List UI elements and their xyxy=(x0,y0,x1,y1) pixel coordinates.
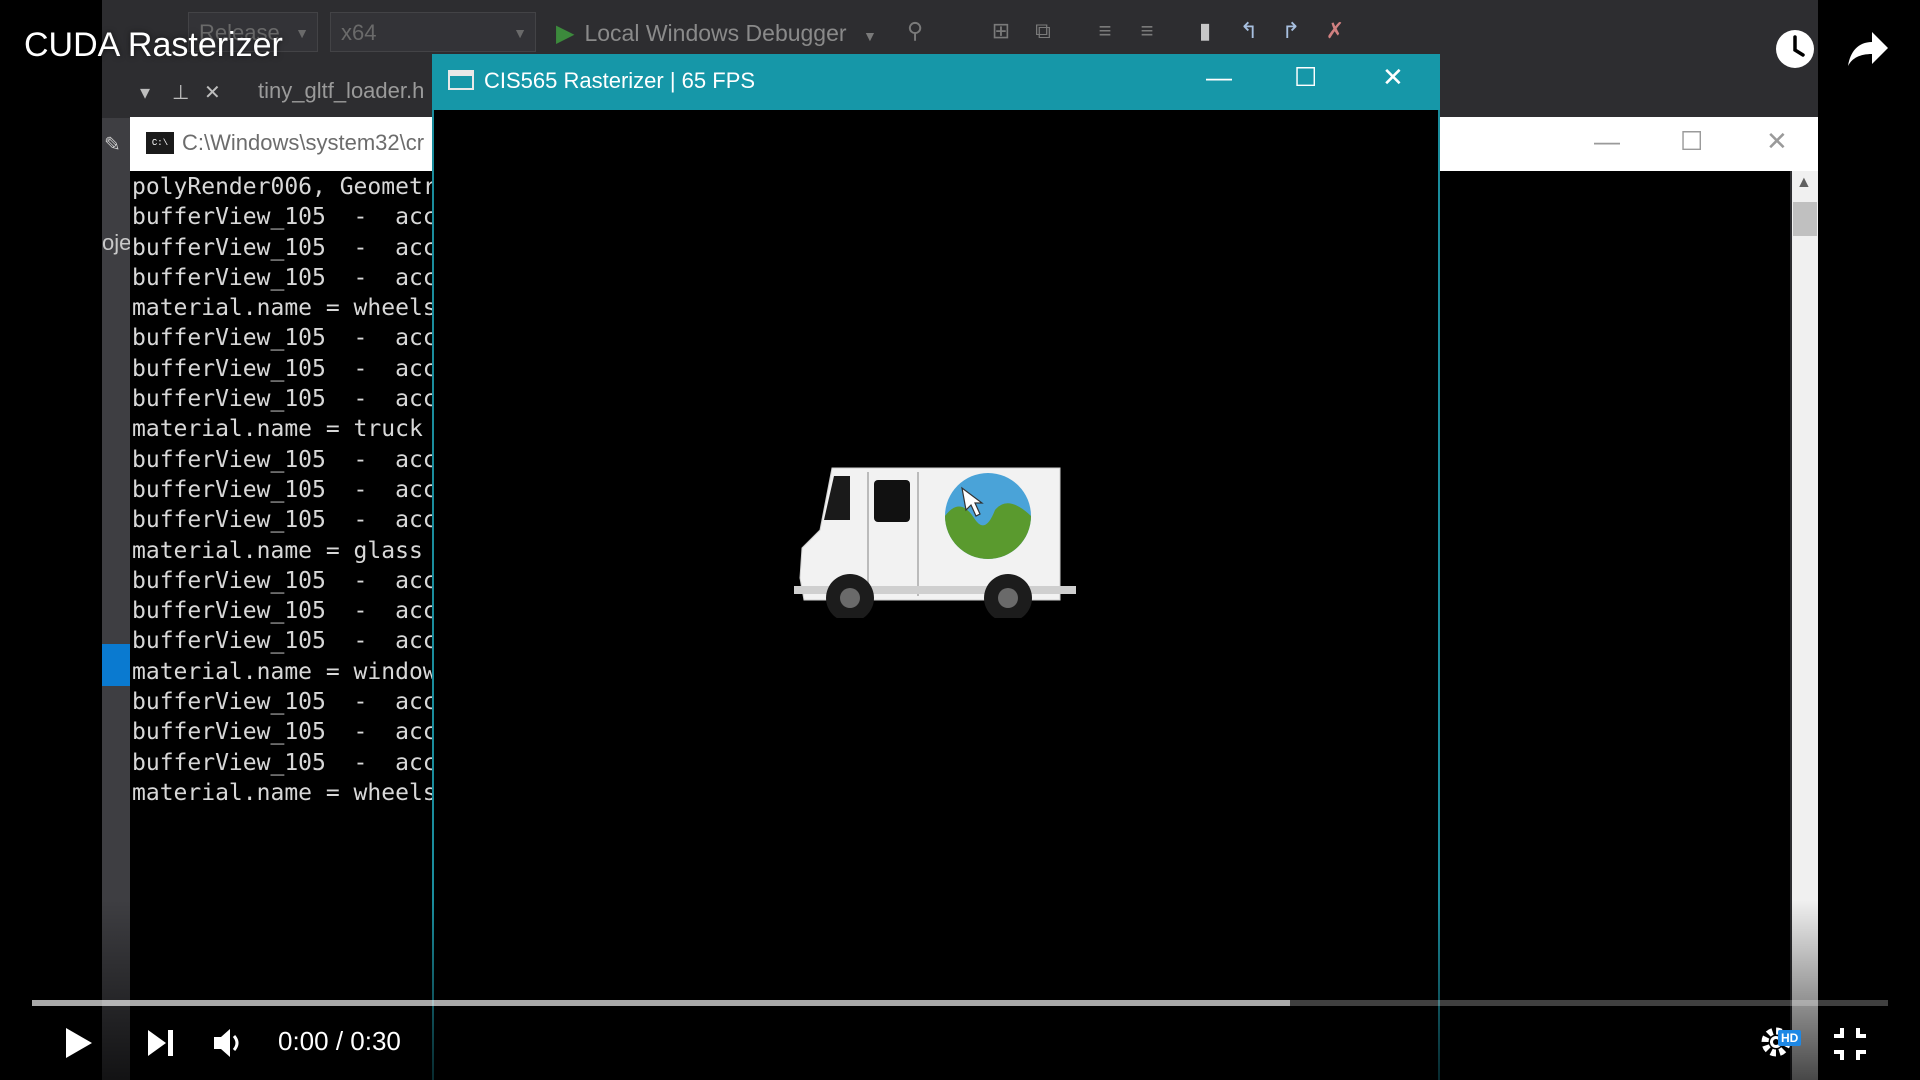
pin-icon[interactable]: ⊥ xyxy=(172,80,189,105)
rail-selection xyxy=(102,644,130,686)
bookmark-icon[interactable]: ▮ xyxy=(1192,18,1218,44)
rail-label: oje xyxy=(102,230,132,255)
console-line: bufferView_105 - acc xyxy=(132,507,432,534)
console-line: material.name = truck xyxy=(132,416,423,443)
console-line: bufferView_105 - acc xyxy=(132,719,432,746)
share-icon[interactable] xyxy=(1846,30,1890,68)
volume-icon[interactable] xyxy=(212,1026,246,1060)
find-icon[interactable]: ⚲ xyxy=(902,18,928,44)
watch-later-icon[interactable] xyxy=(1774,28,1816,70)
chevron-down-icon: ▼ xyxy=(862,28,877,44)
next-bookmark-icon[interactable]: ↱ xyxy=(1278,18,1304,44)
progress-buffered xyxy=(32,1000,1291,1006)
console-title: C:\Windows\system32\cr xyxy=(182,130,425,155)
next-icon[interactable] xyxy=(146,1028,176,1058)
chevron-down-icon: ▼ xyxy=(295,25,309,41)
console-line: bufferView_105 - acc xyxy=(132,264,432,291)
console-lines: polyRender006, Geometr bufferView_105 - a… xyxy=(132,172,432,808)
console-line: bufferView_105 - acc xyxy=(132,446,432,473)
close-icon[interactable]: ✕ xyxy=(1766,126,1788,157)
copy-icon[interactable]: ⧉ xyxy=(1030,18,1056,44)
exit-fullscreen-icon[interactable] xyxy=(1832,1026,1868,1062)
console-line: material.name = wheels xyxy=(132,295,432,322)
attach-icon[interactable]: ⊞ xyxy=(988,18,1014,44)
prev-bookmark-icon[interactable]: ↰ xyxy=(1236,18,1262,44)
local-debugger-button[interactable]: ▶ Local Windows Debugger ▼ xyxy=(556,14,877,52)
wrench-icon[interactable]: ✎ xyxy=(104,132,121,157)
console-line: material.name = glass xyxy=(132,537,423,564)
console-line: bufferView_105 - acc xyxy=(132,234,432,261)
console-icon: C:\ xyxy=(146,132,174,154)
close-icon[interactable]: ✕ xyxy=(204,80,221,105)
play-icon[interactable] xyxy=(64,1026,94,1060)
console-line: bufferView_105 - acc xyxy=(132,567,432,594)
minimize-icon[interactable]: — xyxy=(1206,62,1232,93)
scroll-up-icon[interactable]: ▲ xyxy=(1796,174,1812,192)
debugger-label: Local Windows Debugger xyxy=(584,20,847,46)
minimize-icon[interactable]: — xyxy=(1594,126,1620,157)
console-line: bufferView_105 - acc xyxy=(132,355,432,382)
tab-tiny-gltf-loader[interactable]: tiny_gltf_loader.h xyxy=(258,78,424,104)
chevron-down-icon: ▼ xyxy=(513,25,527,41)
console-line: material.name = window xyxy=(132,658,432,685)
video-title[interactable]: CUDA Rasterizer xyxy=(24,26,283,65)
console-line: bufferView_105 - acc xyxy=(132,204,432,231)
console-line: bufferView_105 - acc xyxy=(132,598,432,625)
console-line: bufferView_105 - acc xyxy=(132,689,432,716)
platform-label: x64 xyxy=(341,20,377,45)
console-line: polyRender006, Geometr xyxy=(132,174,432,200)
tab-dropdown-icon[interactable]: ▾ xyxy=(140,80,150,105)
maximize-icon[interactable]: ☐ xyxy=(1680,126,1703,157)
hd-badge: HD xyxy=(1778,1030,1802,1046)
console-line: material.name = wheels xyxy=(132,779,432,806)
close-icon[interactable]: ✕ xyxy=(1382,62,1404,93)
platform-dropdown[interactable]: x64 ▼ xyxy=(330,12,536,52)
window-icon xyxy=(448,70,474,90)
console-line: bufferView_105 - acc xyxy=(132,628,432,655)
play-icon: ▶ xyxy=(556,20,575,47)
rasterizer-title: CIS565 Rasterizer | 65 FPS xyxy=(484,68,756,93)
indent-icon[interactable]: ≡ xyxy=(1134,18,1160,44)
console-line: bufferView_105 - acc xyxy=(132,749,432,776)
scrollbar-thumb[interactable] xyxy=(1793,202,1817,236)
maximize-icon[interactable]: ☐ xyxy=(1294,62,1317,93)
console-line: bufferView_105 - acc xyxy=(132,476,432,503)
time-display: 0:00 / 0:30 xyxy=(278,1026,401,1056)
console-line: bufferView_105 - acc xyxy=(132,325,432,352)
clear-bookmarks-icon[interactable]: ✗ xyxy=(1322,18,1348,44)
outdent-icon[interactable]: ≡ xyxy=(1092,18,1118,44)
rendered-truck xyxy=(794,467,1076,618)
console-line: bufferView_105 - acc xyxy=(132,386,432,413)
